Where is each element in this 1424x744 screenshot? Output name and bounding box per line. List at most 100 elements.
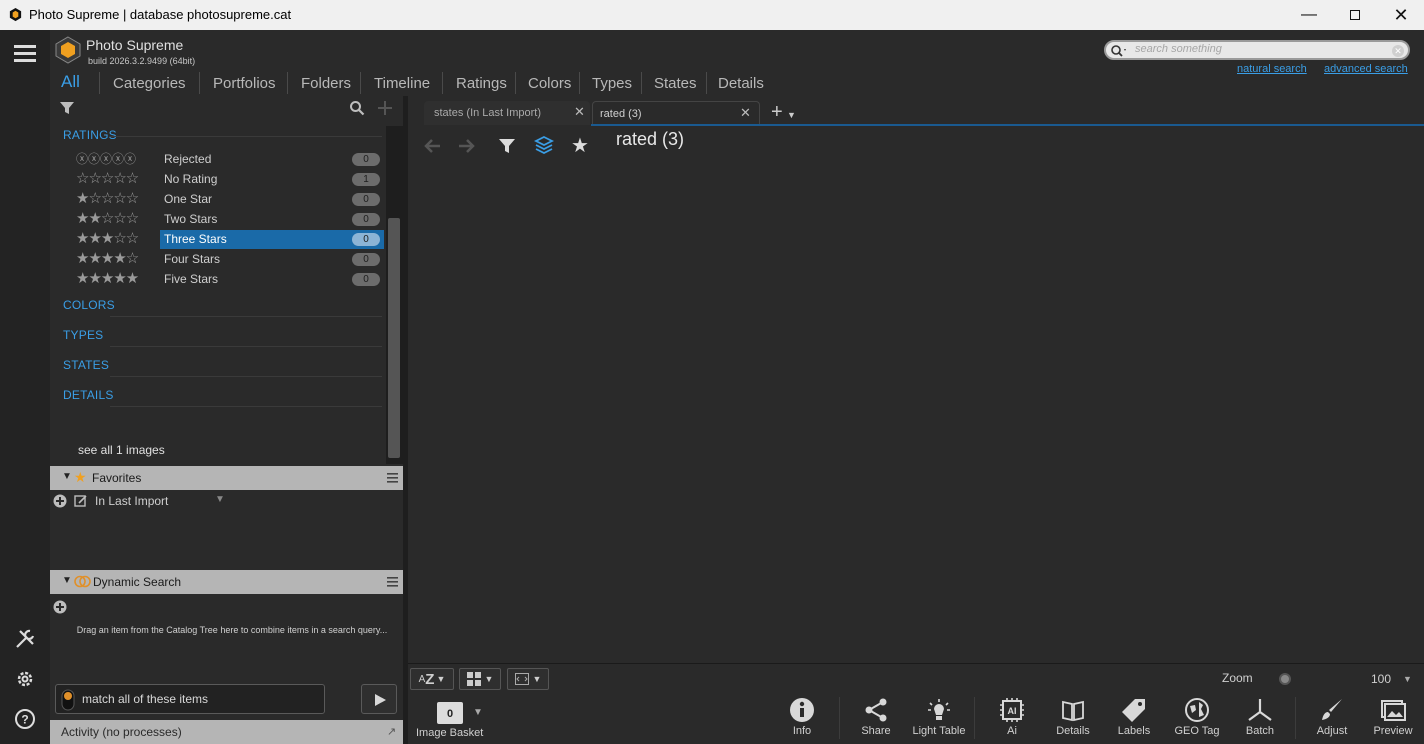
image-basket-button[interactable]: 0 ▼ Image Basket: [412, 697, 492, 744]
close-tab-icon[interactable]: ✕: [740, 105, 751, 121]
settings-gear-icon[interactable]: [14, 668, 36, 690]
zoom-dropdown-icon[interactable]: ▼: [1403, 674, 1412, 684]
sort-az-button[interactable]: A Z ▼: [410, 668, 454, 690]
colors-section-title[interactable]: COLORS: [63, 298, 115, 312]
nav-tab-timeline[interactable]: Timeline: [374, 75, 430, 92]
tool-label: Preview: [1373, 725, 1413, 737]
maximize-button[interactable]: [1332, 0, 1378, 30]
rating-label: Rejected: [164, 152, 212, 166]
nav-tab-all[interactable]: All: [61, 72, 80, 92]
rating-item-five-stars[interactable]: ★★★★★ Five Stars 0: [76, 270, 384, 289]
tab-label: states (In Last Import): [434, 107, 541, 119]
scrollbar-thumb[interactable]: [388, 218, 400, 458]
close-tab-icon[interactable]: ✕: [574, 104, 585, 120]
nav-tab-types[interactable]: Types: [592, 75, 632, 92]
adjust-tool-button[interactable]: Adjust: [1302, 695, 1362, 744]
stack-layers-icon[interactable]: [534, 135, 554, 155]
collapse-triangle-icon[interactable]: ▼: [62, 575, 72, 586]
nav-tab-details[interactable]: Details: [718, 75, 764, 92]
dropdown-arrow-icon[interactable]: ▼: [215, 494, 225, 505]
preview-tool-button[interactable]: Preview: [1363, 695, 1423, 744]
rating-item-one-star[interactable]: ★☆☆☆☆ One Star 0: [76, 190, 384, 209]
favorites-title: Favorites: [92, 471, 142, 485]
close-button[interactable]: ✕: [1378, 0, 1424, 30]
rating-item-no-rating[interactable]: ☆☆☆☆☆ No Rating 1: [76, 170, 384, 189]
labels-tool-button[interactable]: Labels: [1104, 695, 1164, 744]
favorites-panel-header[interactable]: ▼ ★ Favorites: [50, 466, 403, 490]
app-name: Photo Supreme: [86, 37, 184, 53]
toggle-switch-icon[interactable]: [61, 689, 75, 711]
minimize-button[interactable]: —: [1286, 0, 1332, 30]
advanced-search-link[interactable]: advanced search: [1324, 63, 1408, 75]
geo-tag-tool-button[interactable]: GEO Tag: [1167, 695, 1227, 744]
rating-label: Three Stars: [164, 232, 227, 246]
ratings-section-title[interactable]: RATINGS: [63, 128, 117, 142]
states-section-title[interactable]: STATES: [63, 358, 109, 372]
edit-icon[interactable]: [74, 494, 88, 508]
favorites-panel: In Last Import ▼: [50, 490, 403, 570]
hamburger-menu-icon[interactable]: [14, 44, 36, 62]
expand-activity-icon[interactable]: ↗: [387, 725, 396, 738]
collapse-triangle-icon[interactable]: ▼: [62, 471, 72, 482]
add-icon[interactable]: [377, 100, 393, 116]
nav-tab-portfolios[interactable]: Portfolios: [213, 75, 276, 92]
panel-menu-icon[interactable]: [387, 473, 398, 483]
rating-label: Four Stars: [164, 252, 221, 266]
search-box[interactable]: search something ✕: [1104, 40, 1410, 60]
clear-search-icon[interactable]: ✕: [1392, 45, 1404, 57]
details-tool-button[interactable]: Details: [1043, 695, 1103, 744]
types-section-title[interactable]: TYPES: [63, 328, 103, 342]
rating-item-two-stars[interactable]: ★★☆☆☆ Two Stars 0: [76, 210, 384, 229]
nav-tab-folders[interactable]: Folders: [301, 75, 351, 92]
book-icon: [1062, 700, 1084, 722]
code-view-button[interactable]: ▼: [507, 668, 549, 690]
details-section-title[interactable]: DETAILS: [63, 388, 114, 402]
nav-tab-categories[interactable]: Categories: [113, 75, 186, 92]
tab-menu-dropdown-icon[interactable]: ▼: [787, 110, 796, 120]
natural-search-link[interactable]: natural search: [1237, 63, 1307, 75]
title-bar: Photo Supreme | database photosupreme.ca…: [0, 0, 1424, 30]
match-mode-selector[interactable]: match all of these items: [55, 684, 325, 714]
info-tool-button[interactable]: Info: [772, 695, 832, 744]
zoom-slider-handle[interactable]: [1279, 673, 1291, 685]
add-circle-icon[interactable]: [53, 494, 67, 508]
back-arrow-icon[interactable]: [422, 137, 442, 155]
favorite-star-icon[interactable]: ★: [571, 133, 589, 158]
rating-count-badge: 0: [352, 253, 380, 266]
new-tab-icon[interactable]: +: [771, 101, 783, 124]
rating-count-badge: 0: [352, 153, 380, 166]
basket-icon: 0: [437, 702, 463, 724]
share-tool-button[interactable]: Share: [846, 695, 906, 744]
batch-tool-button[interactable]: Batch: [1230, 695, 1290, 744]
tree-scrollbar[interactable]: [386, 126, 403, 464]
filter-icon[interactable]: [59, 100, 75, 116]
dynamic-search-panel-header[interactable]: ▼ Dynamic Search: [50, 570, 403, 594]
filter-icon[interactable]: [498, 137, 516, 155]
nav-tab-colors[interactable]: Colors: [528, 75, 571, 92]
light-table-tool-button[interactable]: Light Table: [906, 695, 972, 744]
tool-label: Info: [792, 725, 812, 737]
ai-tool-button[interactable]: AI Ai: [982, 695, 1042, 744]
favorite-item-label[interactable]: In Last Import: [95, 494, 168, 508]
photo-supreme-logo-icon: [55, 36, 81, 64]
rating-item-rejected[interactable]: ⓧⓧⓧⓧⓧ Rejected 0: [76, 150, 384, 169]
panel-menu-icon[interactable]: [387, 577, 398, 587]
add-circle-icon[interactable]: [53, 600, 67, 614]
nav-tab-ratings[interactable]: Ratings: [456, 75, 507, 92]
doc-tab-states[interactable]: states (In Last Import) ✕: [424, 101, 590, 125]
doc-tab-rated[interactable]: rated (3) ✕: [592, 101, 760, 125]
see-all-images-link[interactable]: see all 1 images: [78, 443, 165, 457]
help-icon[interactable]: ?: [14, 708, 36, 730]
basket-dropdown-icon[interactable]: ▼: [473, 707, 483, 718]
grid-view-button[interactable]: ▼: [459, 668, 501, 690]
forward-arrow-icon[interactable]: [457, 137, 477, 155]
panel-splitter[interactable]: [403, 96, 408, 744]
rating-item-three-stars[interactable]: ★★★☆☆ Three Stars 0: [76, 230, 384, 249]
nav-tab-states[interactable]: States: [654, 75, 697, 92]
zoom-value[interactable]: 100: [1371, 672, 1391, 686]
dynamic-search-panel: Drag an item from the Catalog Tree here …: [50, 594, 403, 720]
run-search-button[interactable]: [361, 684, 397, 714]
tree-search-icon[interactable]: [349, 100, 365, 116]
rating-item-four-stars[interactable]: ★★★★☆ Four Stars 0: [76, 250, 384, 269]
tools-icon[interactable]: [14, 628, 36, 650]
